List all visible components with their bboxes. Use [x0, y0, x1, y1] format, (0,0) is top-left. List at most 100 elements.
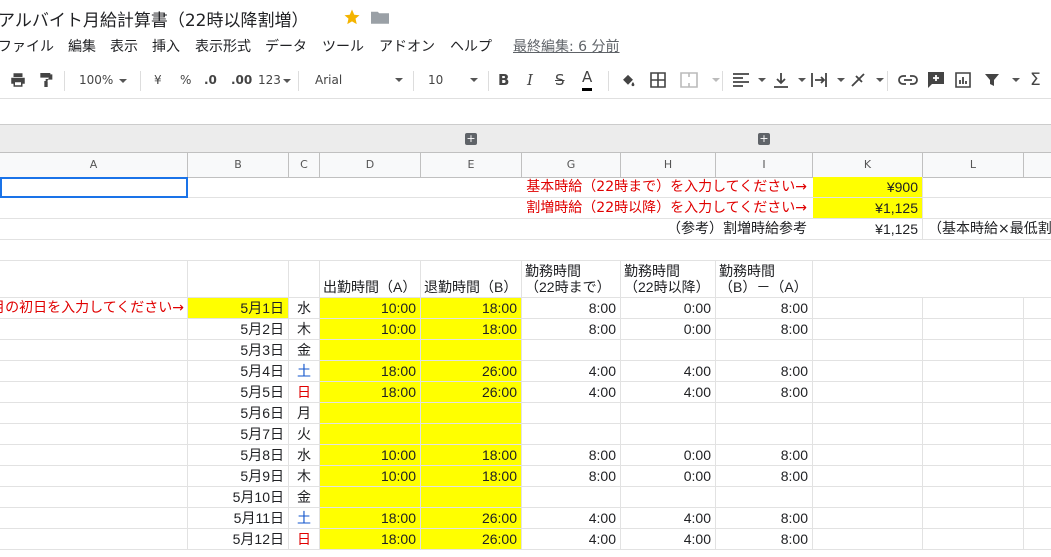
- insert-link-icon[interactable]: [898, 74, 918, 86]
- cell-h[interactable]: [621, 340, 716, 360]
- cell-g[interactable]: 8:00: [522, 298, 621, 318]
- cell-start[interactable]: 18:00: [320, 382, 421, 402]
- cell-end[interactable]: 18:00: [421, 298, 522, 318]
- column-header-i[interactable]: I: [716, 153, 813, 177]
- cell-empty[interactable]: [813, 508, 923, 528]
- menu-format[interactable]: 表示形式: [195, 36, 251, 56]
- cell-i[interactable]: [716, 403, 813, 423]
- text-wrap-icon[interactable]: [810, 72, 828, 88]
- cell-empty[interactable]: [923, 508, 1024, 528]
- currency-button[interactable]: ¥: [154, 62, 162, 98]
- cell-h[interactable]: 4:00: [621, 361, 716, 381]
- text-rotation-icon[interactable]: [850, 72, 868, 88]
- menu-addons[interactable]: アドオン: [379, 36, 435, 56]
- cell-date[interactable]: 5月12日: [188, 529, 289, 549]
- filter-icon[interactable]: [984, 73, 1000, 87]
- extra-wage-cell[interactable]: ¥1,125: [813, 198, 923, 218]
- expand-group-button[interactable]: +: [465, 133, 477, 145]
- cell-empty[interactable]: [813, 298, 923, 318]
- menu-insert[interactable]: 挿入: [152, 36, 180, 56]
- cell-start[interactable]: 18:00: [320, 508, 421, 528]
- cell-g[interactable]: [522, 340, 621, 360]
- cell-start[interactable]: [320, 487, 421, 507]
- last-edit-link[interactable]: 最終編集: 6 分前: [513, 36, 620, 56]
- cell-empty[interactable]: [923, 319, 1024, 339]
- cell-end[interactable]: 18:00: [421, 319, 522, 339]
- insert-chart-icon[interactable]: [955, 72, 971, 88]
- menu-data[interactable]: データ: [265, 36, 307, 56]
- cell-start[interactable]: 10:00: [320, 445, 421, 465]
- cell-start[interactable]: 18:00: [320, 361, 421, 381]
- cell-empty[interactable]: [0, 319, 188, 339]
- cell-g[interactable]: 4:00: [522, 361, 621, 381]
- header-before22-cell[interactable]: 勤務時間 （22時まで）: [522, 261, 621, 297]
- bold-button[interactable]: B: [498, 62, 509, 98]
- cell-empty[interactable]: [923, 529, 1024, 549]
- cell-i[interactable]: 8:00: [716, 298, 813, 318]
- text-color-button[interactable]: A: [582, 62, 593, 91]
- cell-date[interactable]: 5月4日: [188, 361, 289, 381]
- menu-view[interactable]: 表示: [110, 36, 138, 56]
- cell-empty[interactable]: [0, 424, 188, 444]
- cell-end[interactable]: 26:00: [421, 508, 522, 528]
- cell-i[interactable]: 8:00: [716, 361, 813, 381]
- fill-color-icon[interactable]: [619, 72, 637, 89]
- print-icon[interactable]: [9, 71, 27, 89]
- cell-dow[interactable]: 土: [289, 361, 320, 381]
- cell-date[interactable]: 5月11日: [188, 508, 289, 528]
- cell-dow[interactable]: 木: [289, 319, 320, 339]
- cell-end[interactable]: [421, 403, 522, 423]
- cell-end[interactable]: 18:00: [421, 466, 522, 486]
- cell-empty[interactable]: [923, 466, 1024, 486]
- cell-dow[interactable]: 月: [289, 403, 320, 423]
- cell-h[interactable]: 0:00: [621, 445, 716, 465]
- cell-empty[interactable]: [0, 403, 188, 423]
- cell-empty[interactable]: [0, 508, 188, 528]
- cell-date[interactable]: 5月8日: [188, 445, 289, 465]
- header-start-cell[interactable]: 出勤時間（A）: [320, 261, 421, 297]
- cell-date[interactable]: 5月10日: [188, 487, 289, 507]
- menu-help[interactable]: ヘルプ: [450, 36, 492, 56]
- font-size-select[interactable]: 10: [428, 62, 478, 98]
- column-header-c[interactable]: C: [289, 153, 320, 177]
- cell-start[interactable]: [320, 340, 421, 360]
- cell-dow[interactable]: 日: [289, 529, 320, 549]
- ref-wage-value[interactable]: ¥1,125: [813, 219, 923, 239]
- cell-start[interactable]: 10:00: [320, 466, 421, 486]
- cell-empty[interactable]: [923, 298, 1024, 318]
- cell-a[interactable]: [0, 261, 188, 297]
- cell-dow[interactable]: 水: [289, 445, 320, 465]
- column-header-b[interactable]: B: [188, 153, 289, 177]
- cell-empty[interactable]: [923, 445, 1024, 465]
- cell-dow[interactable]: 木: [289, 466, 320, 486]
- cell-i[interactable]: 8:00: [716, 508, 813, 528]
- cell-end[interactable]: [421, 487, 522, 507]
- cell-dow[interactable]: 金: [289, 487, 320, 507]
- column-header-a[interactable]: A: [0, 153, 188, 177]
- cell-end[interactable]: [421, 424, 522, 444]
- zoom-select[interactable]: 100%: [79, 62, 128, 98]
- cell-i[interactable]: [716, 340, 813, 360]
- header-after22-cell[interactable]: 勤務時間 （22時以降）: [621, 261, 716, 297]
- header-total-cell[interactable]: 勤務時間 （B）－（A）: [716, 261, 813, 297]
- cell-date[interactable]: 5月1日: [188, 298, 289, 318]
- document-title[interactable]: アルバイト月給計算書（22時以降割増）: [0, 6, 308, 31]
- insert-comment-icon[interactable]: [927, 71, 945, 89]
- cell-i[interactable]: [716, 487, 813, 507]
- cell-g[interactable]: [522, 403, 621, 423]
- cell-empty[interactable]: [0, 529, 188, 549]
- functions-icon[interactable]: Σ: [1030, 62, 1041, 98]
- increase-decimal-button[interactable]: .00: [231, 62, 252, 98]
- cell-g[interactable]: 4:00: [522, 382, 621, 402]
- expand-group-button[interactable]: +: [758, 133, 770, 145]
- cell-empty[interactable]: [813, 319, 923, 339]
- base-wage-cell[interactable]: ¥900: [813, 177, 923, 197]
- decrease-decimal-button[interactable]: .0: [204, 62, 217, 98]
- cell-i[interactable]: 8:00: [716, 466, 813, 486]
- cell-empty[interactable]: [0, 466, 188, 486]
- font-select[interactable]: Arial: [315, 62, 405, 98]
- column-header-g[interactable]: G: [522, 153, 621, 177]
- cell-i[interactable]: 8:00: [716, 319, 813, 339]
- cell-empty[interactable]: [813, 466, 923, 486]
- cell-g[interactable]: [522, 424, 621, 444]
